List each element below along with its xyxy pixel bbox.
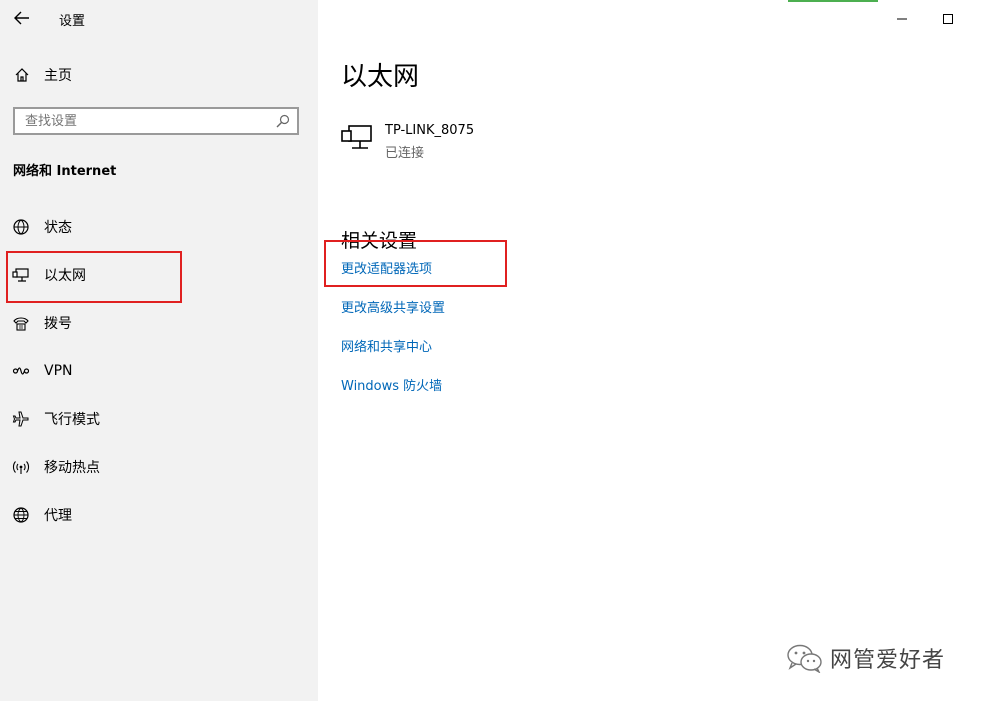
sidebar	[0, 0, 318, 701]
vpn-icon	[12, 362, 30, 380]
window-title: 设置	[59, 14, 86, 29]
search-box[interactable]	[13, 107, 299, 135]
status-globe-icon	[12, 218, 30, 236]
sidebar-item-hotspot[interactable]: 移动热点	[12, 455, 100, 479]
network-name[interactable]: TP-LINK_8075	[385, 123, 474, 138]
back-arrow-icon	[14, 11, 29, 25]
network-status: 已连接	[385, 146, 425, 161]
watermark: 网管爱好者	[786, 642, 945, 674]
sidebar-item-label: 状态	[44, 220, 72, 236]
page-title: 以太网	[341, 62, 420, 92]
link-advanced-sharing[interactable]: 更改高级共享设置	[341, 297, 445, 316]
maximize-icon	[943, 14, 953, 24]
sidebar-item-dialup[interactable]: 拨号	[12, 311, 72, 335]
sidebar-item-label: 拨号	[44, 316, 72, 332]
sidebar-item-status[interactable]: 状态	[12, 215, 72, 239]
watermark-text: 网管爱好者	[830, 648, 946, 673]
highlight-box-adapter-options	[324, 240, 507, 287]
airplane-icon	[12, 410, 30, 428]
back-button[interactable]	[8, 4, 36, 32]
sidebar-item-label: 代理	[44, 508, 72, 524]
sidebar-item-label: VPN	[44, 363, 73, 379]
search-input[interactable]	[15, 108, 267, 134]
maximize-button[interactable]	[928, 6, 968, 32]
wechat-logo-icon	[787, 644, 822, 673]
sidebar-home[interactable]: 主页	[14, 64, 72, 86]
sidebar-item-proxy[interactable]: 代理	[12, 503, 72, 527]
section-title: 网络和 Internet	[13, 164, 117, 179]
highlight-box-ethernet	[6, 251, 182, 303]
home-icon	[15, 68, 29, 82]
sidebar-item-label: 飞行模式	[44, 412, 100, 428]
proxy-globe-icon	[12, 506, 30, 524]
network-adapter-icon[interactable]	[341, 123, 375, 157]
dialup-icon	[12, 314, 30, 332]
minimize-icon	[897, 18, 907, 20]
top-accent-line	[788, 0, 878, 2]
sidebar-item-label: 移动热点	[44, 460, 100, 476]
sidebar-item-vpn[interactable]: VPN	[12, 359, 73, 383]
link-windows-firewall[interactable]: Windows 防火墙	[341, 375, 442, 394]
home-label: 主页	[44, 68, 72, 84]
minimize-button[interactable]	[882, 6, 922, 32]
hotspot-icon	[12, 458, 30, 476]
link-network-sharing-center[interactable]: 网络和共享中心	[341, 336, 432, 355]
sidebar-item-airplane[interactable]: 飞行模式	[12, 407, 100, 431]
search-icon[interactable]	[275, 113, 291, 129]
